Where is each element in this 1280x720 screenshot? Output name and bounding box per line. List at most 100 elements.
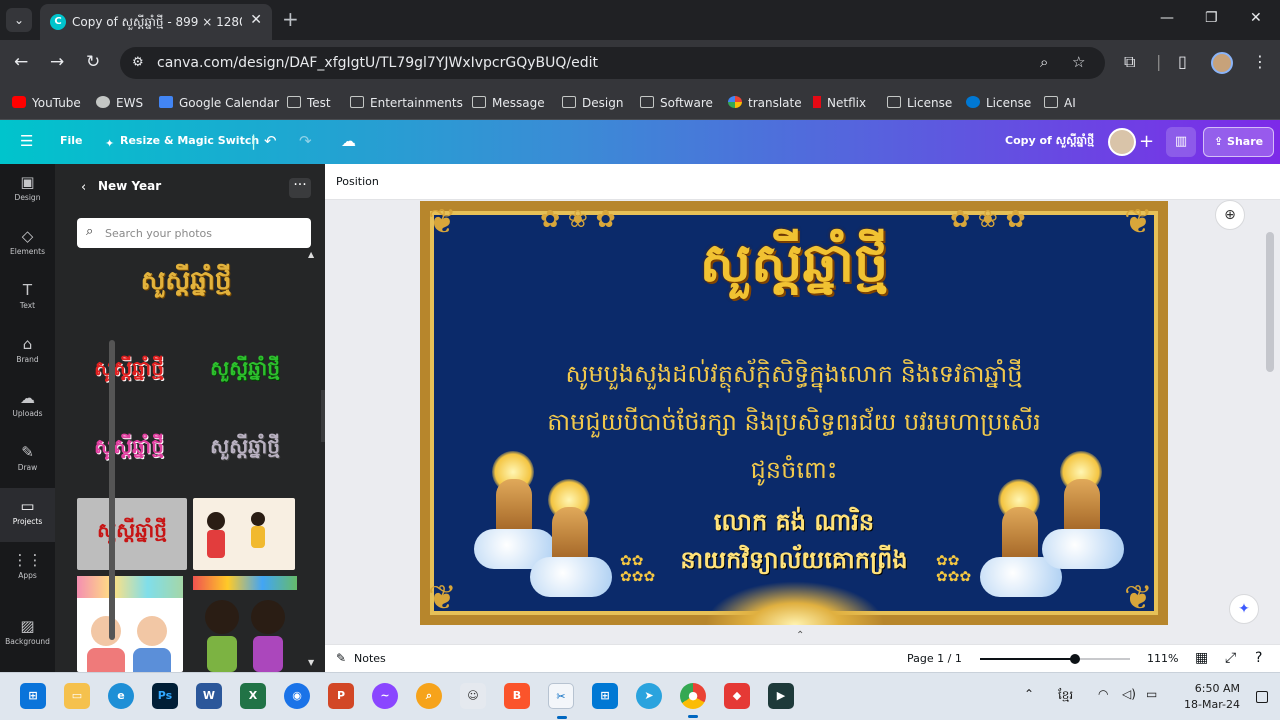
bookmark-youtube[interactable]: YouTube [12, 93, 81, 113]
document-title[interactable]: Copy of សួស្តីឆ្នាំថ្មី [1005, 134, 1094, 150]
insights-chart-icon[interactable]: ▥ [1166, 127, 1196, 157]
back-chevron-icon[interactable]: ‹ [81, 180, 86, 195]
canvas-scrollbar[interactable] [1266, 232, 1274, 372]
bookmark-netflix[interactable]: Netflix [813, 93, 866, 113]
rail-uploads[interactable]: ☁ Uploads [0, 380, 55, 434]
scroll-up-icon[interactable]: ▲ [308, 250, 314, 259]
bookmark-entertainments[interactable]: Entertainments [350, 93, 463, 113]
design-page[interactable]: ❦ ❦ ❦ ❦ ✿ ❀ ✿ ✿ ❀ ✿ សួស្តីឆ្នាំថ្មី សូមប… [420, 201, 1168, 625]
anydesk-icon[interactable]: ◆ [724, 683, 750, 709]
tab-close-icon[interactable]: ✕ [250, 12, 262, 28]
messenger-icon[interactable]: ~ [372, 683, 398, 709]
share-button[interactable]: ⇪ Share [1203, 127, 1274, 157]
apsara-figure[interactable] [1042, 451, 1124, 571]
undo-icon[interactable]: ↶ [264, 132, 277, 150]
fullscreen-icon[interactable]: ⤢ [1225, 650, 1236, 666]
invite-plus-icon[interactable]: + [1139, 131, 1154, 152]
shield-app-icon[interactable]: ◉ [284, 683, 310, 709]
zoom-percentage[interactable]: 111% [1147, 652, 1178, 665]
browser-tab[interactable]: C Copy of សួស្តីឆ្នាំថ្មី - 899 × 1280px… [40, 4, 272, 40]
blessing-line-2[interactable]: តាមជួយបីបាច់ថែរក្សា និងប្រសិទ្ធពរជ័យ បវរ… [420, 407, 1168, 442]
thumbnail-gold-title[interactable]: សួស្តីឆ្នាំថ្មី [77, 256, 295, 312]
thumbnail-cartoon-kids[interactable] [193, 576, 297, 672]
user-avatar[interactable] [1108, 128, 1136, 156]
apsara-figure[interactable] [530, 479, 612, 599]
rail-text[interactable]: T Text [0, 272, 55, 326]
omnibox[interactable]: ⚙ canva.com/design/DAF_xfgIgtU/TL79gl7YJ… [120, 47, 1105, 79]
panel-scrollbar[interactable]: ▲ ▼ [308, 250, 318, 670]
add-comment-icon[interactable]: ⊕ [1215, 200, 1245, 230]
file-explorer-icon[interactable]: ▭ [64, 683, 90, 709]
input-language[interactable]: ខ្មែរ [1058, 687, 1073, 705]
redo-icon[interactable]: ↷ [299, 132, 312, 150]
blessing-line-1[interactable]: សូមបួងសួងដល់វត្ថុស័ក្តិសិទ្ធិក្នុងលោក និ… [420, 359, 1168, 394]
rail-background[interactable]: ▨ Background [0, 608, 55, 662]
bookmark-ai[interactable]: AI [1044, 93, 1076, 113]
zoom-slider[interactable] [980, 654, 1130, 664]
thumbnail-cartoon-dancers[interactable] [193, 498, 295, 570]
bookmark-ews[interactable]: EWS [96, 93, 143, 113]
word-icon[interactable]: W [196, 683, 222, 709]
tab-search-chevron-icon[interactable]: ⌄ [6, 8, 32, 32]
close-window-icon[interactable]: ✕ [1250, 10, 1262, 26]
hamburger-menu-icon[interactable]: ☰ [20, 132, 33, 150]
cloud-saved-icon[interactable]: ☁ [341, 132, 356, 150]
new-tab-plus-icon[interactable]: + [282, 8, 299, 30]
scroll-down-icon[interactable]: ▼ [308, 658, 314, 667]
notification-icon[interactable] [1256, 691, 1268, 703]
bookmark-google-calendar[interactable]: Google Calendar [159, 93, 279, 113]
search-input[interactable] [105, 224, 305, 242]
user-app-icon[interactable]: ☺ [460, 683, 486, 709]
help-icon[interactable]: ? [1255, 650, 1262, 666]
design-title[interactable]: សួស្តីឆ្នាំថ្មី [420, 229, 1168, 308]
volume-icon[interactable]: ◁) [1122, 687, 1136, 701]
bookmark-test[interactable]: Test [287, 93, 331, 113]
thumbnail-green-title[interactable]: សួស្តីឆ្នាំថ្មី [193, 344, 297, 402]
brave-icon[interactable]: B [504, 683, 530, 709]
minimize-icon[interactable]: — [1160, 10, 1174, 26]
forward-arrow-icon[interactable]: → [50, 52, 64, 72]
photo-search-box[interactable]: ⌕ [77, 218, 311, 248]
bookmark-star-icon[interactable]: ☆ [1072, 53, 1085, 71]
grid-view-icon[interactable]: ▦ [1195, 650, 1208, 666]
chrome-menu-icon[interactable]: ⋮ [1252, 52, 1268, 71]
reload-icon[interactable]: ↻ [86, 52, 100, 72]
page-indicator[interactable]: Page 1 / 1 [907, 652, 962, 665]
back-arrow-icon[interactable]: ← [14, 52, 28, 72]
zoom-lens-icon[interactable]: ⌕ [1040, 53, 1048, 71]
telegram-icon[interactable]: ➤ [636, 683, 662, 709]
file-menu[interactable]: File [60, 134, 83, 147]
rail-elements[interactable]: ◇ Elements [0, 218, 55, 272]
profile-avatar[interactable] [1211, 52, 1233, 74]
rail-apps[interactable]: ⋮⋮ Apps [0, 542, 55, 596]
side-panel-icon[interactable]: ▯ [1178, 52, 1187, 71]
tray-overflow-chevron-icon[interactable]: ⌃ [1024, 687, 1034, 701]
terminal-app-icon[interactable]: ▶ [768, 683, 794, 709]
chrome-icon[interactable]: ● [680, 683, 706, 718]
bookmark-license-folder[interactable]: License [887, 93, 952, 113]
site-info-icon[interactable]: ⚙ [132, 55, 144, 70]
thumbnail-red-on-grey[interactable]: សួស្តីឆ្នាំថ្មី [77, 498, 187, 570]
bookmark-software[interactable]: Software [640, 93, 713, 113]
rail-brand[interactable]: ⌂ Brand [0, 326, 55, 380]
zoom-slider-knob[interactable] [1069, 654, 1080, 664]
rail-draw[interactable]: ✎ Draw [0, 434, 55, 488]
bookmark-translate[interactable]: translate [728, 93, 802, 113]
resize-magic-switch[interactable]: Resize & Magic Switch [120, 134, 259, 147]
rail-design[interactable]: ▣ Design [0, 164, 55, 218]
notes-button[interactable]: Notes [354, 652, 386, 665]
edge-icon[interactable]: e [108, 683, 134, 709]
extensions-icon[interactable]: ⧉ [1124, 52, 1135, 72]
wifi-icon[interactable]: ◠ [1098, 687, 1108, 701]
bookmark-design[interactable]: Design [562, 93, 623, 113]
bookmark-message[interactable]: Message [472, 93, 545, 113]
snipping-tool-icon[interactable]: ✂ [548, 683, 574, 719]
rail-projects[interactable]: ▭ Projects [0, 488, 55, 542]
photoshop-icon[interactable]: Ps [152, 683, 178, 709]
battery-icon[interactable]: ▭ [1146, 687, 1157, 701]
windows-start-icon[interactable]: ⊞ [20, 683, 46, 709]
position-button[interactable]: Position [336, 175, 379, 188]
more-options-icon[interactable]: ··· [289, 178, 311, 198]
restore-icon[interactable]: ❐ [1205, 10, 1218, 26]
taskbar-clock[interactable]: 6:50 AM 18-Mar-24 [1176, 681, 1240, 713]
